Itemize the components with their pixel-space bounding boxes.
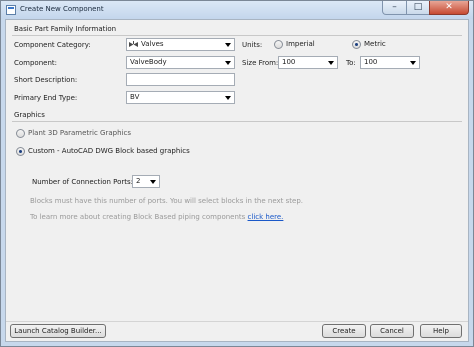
minimize-button[interactable]: – [382,1,407,15]
cancel-button[interactable]: Cancel [370,324,414,338]
radio-indicator [274,40,283,49]
connection-ports-label: Number of Connection Ports: [32,178,134,186]
chevron-down-icon [328,61,334,65]
valve-icon [129,41,138,47]
size-from-value: 100 [282,58,296,66]
chevron-down-icon [225,61,231,65]
parametric-graphics-label: Plant 3D Parametric Graphics [28,129,131,137]
size-from-label: Size From: [242,59,279,67]
connection-ports-value: 2 [136,177,141,185]
graphics-divider [12,121,462,122]
maximize-button[interactable]: □ [406,1,430,15]
app-icon [6,5,16,15]
short-description-label: Short Description: [14,76,78,84]
custom-graphics-label: Custom - AutoCAD DWG Block based graphic… [28,147,190,155]
graphics-header: Graphics [14,111,45,119]
category-value: Valves [141,40,164,48]
basic-info-header: Basic Part Family Information [14,25,117,33]
end-type-value: BV [130,93,140,101]
dialog-window: Create New Component – □ ✕ Basic Part Fa… [0,0,474,347]
category-label: Component Category: [14,41,91,49]
end-type-select[interactable]: BV [126,91,235,104]
footer-divider [6,321,468,322]
size-to-value: 100 [364,58,378,66]
radio-indicator [16,129,25,138]
close-button[interactable]: ✕ [429,1,469,15]
ports-hint-text: Blocks must have this number of ports. Y… [30,197,303,205]
launch-catalog-builder-button[interactable]: Launch Catalog Builder... [10,324,106,338]
chevron-down-icon [150,180,156,184]
window-title: Create New Component [20,5,104,13]
category-select[interactable]: Valves [126,38,235,51]
connection-ports-select[interactable]: 2 [132,175,160,188]
dialog-body: Basic Part Family Information Component … [5,19,469,342]
learn-more-text: To learn more about creating Block Based… [30,213,283,221]
learn-more-prefix: To learn more about creating Block Based… [30,213,248,221]
component-label: Component: [14,59,57,67]
units-imperial-label: Imperial [286,40,315,48]
create-button[interactable]: Create [322,324,366,338]
chevron-down-icon [225,43,231,47]
size-to-select[interactable]: 100 [360,56,420,69]
basic-info-divider [12,35,462,36]
component-select[interactable]: ValveBody [126,56,235,69]
title-bar[interactable]: Create New Component – □ ✕ [1,1,473,19]
learn-more-link[interactable]: click here. [248,213,284,221]
help-button[interactable]: Help [420,324,462,338]
size-from-select[interactable]: 100 [278,56,338,69]
radio-indicator [16,147,25,156]
units-label: Units: [242,41,263,49]
chevron-down-icon [410,61,416,65]
short-description-input[interactable] [126,73,235,86]
chevron-down-icon [225,96,231,100]
units-metric-label: Metric [364,40,386,48]
radio-indicator [352,40,361,49]
end-type-label: Primary End Type: [14,94,78,102]
component-value: ValveBody [130,58,167,66]
size-to-label: To: [346,59,356,67]
